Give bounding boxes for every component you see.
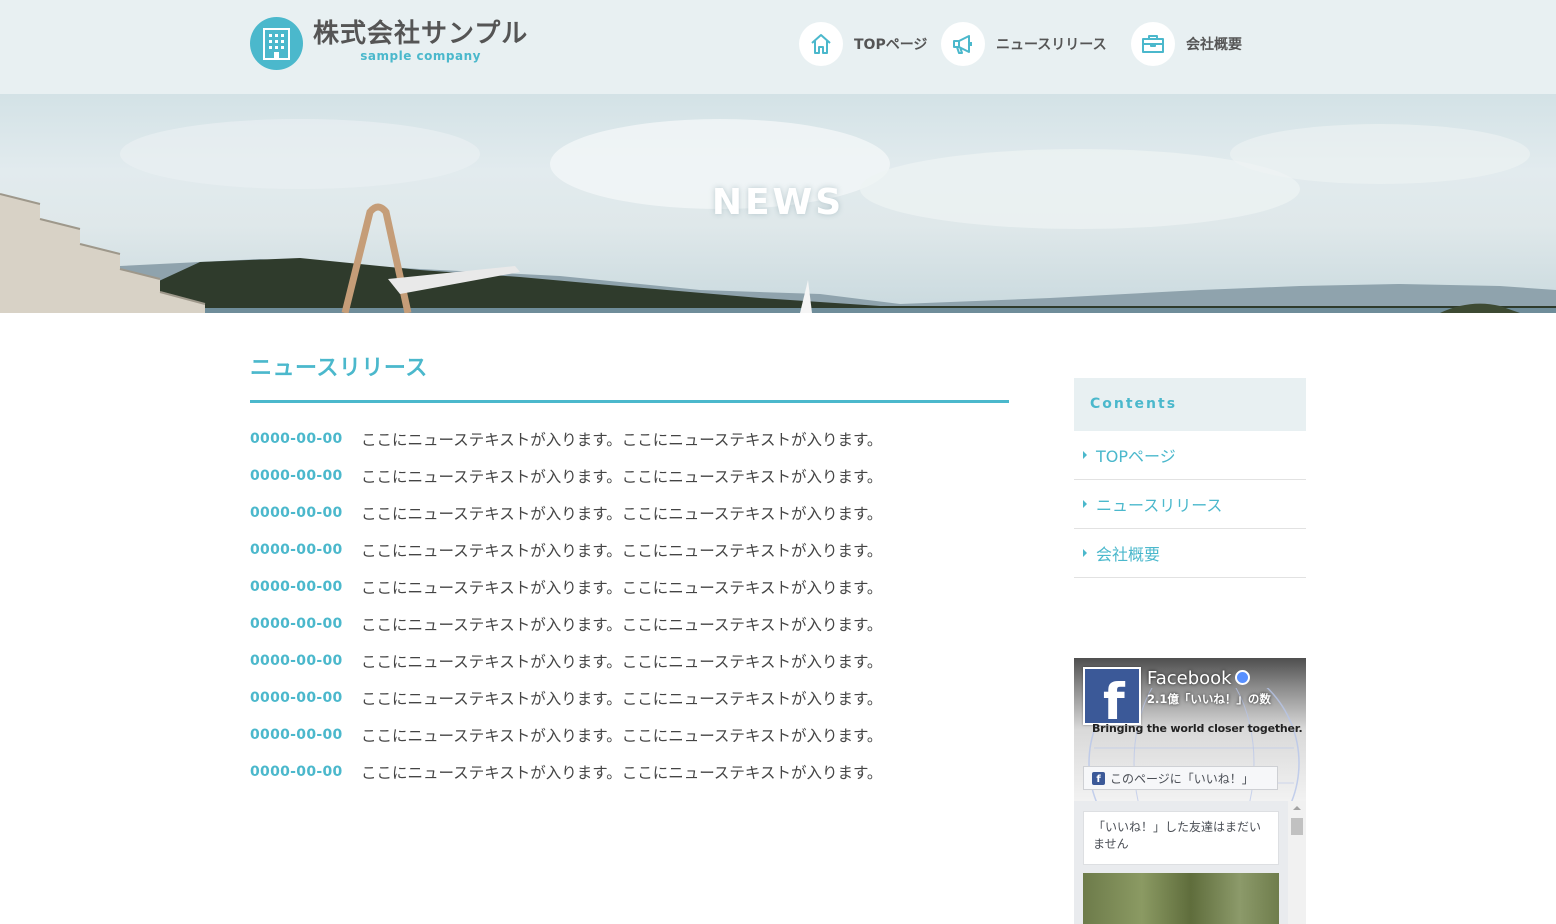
news-date: 0000-00-00 [250, 615, 343, 632]
news-item[interactable]: 0000-00-00 ここにニューステキストが入ります。ここにニューステキストが入… [250, 642, 1010, 679]
news-text: ここにニューステキストが入ります。ここにニューステキストが入ります。 [361, 504, 883, 523]
news-text: ここにニューステキストが入ります。ここにニューステキストが入ります。 [361, 578, 883, 597]
news-item[interactable]: 0000-00-00 ここにニューステキストが入ります。ここにニューステキストが入… [250, 716, 1010, 753]
news-text: ここにニューステキストが入ります。ここにニューステキストが入ります。 [361, 467, 883, 486]
news-text: ここにニューステキストが入ります。ここにニューステキストが入ります。 [361, 726, 883, 745]
home-icon [799, 22, 843, 66]
nav-label-news: ニュースリリース [996, 37, 1107, 53]
news-item[interactable]: 0000-00-00 ここにニューステキストが入ります。ここにニューステキストが入… [250, 753, 1010, 790]
news-text: ここにニューステキストが入ります。ここにニューステキストが入ります。 [361, 652, 883, 671]
hero-banner: NEWS [0, 94, 1556, 313]
verified-badge-icon [1234, 670, 1250, 685]
company-logo[interactable]: 株式会社サンプル sample company [250, 17, 528, 70]
facebook-like-button[interactable]: f このページに「いいね！」 [1083, 766, 1278, 790]
news-item[interactable]: 0000-00-00 ここにニューステキストが入ります。ここにニューステキストが入… [250, 457, 1010, 494]
nav-item-top[interactable]: TOPページ [799, 22, 927, 66]
news-item[interactable]: 0000-00-00 ここにニューステキストが入ります。ここにニューステキストが入… [250, 531, 1010, 568]
facebook-logo-icon[interactable]: f [1083, 667, 1141, 731]
news-date: 0000-00-00 [250, 726, 343, 743]
news-date: 0000-00-00 [250, 504, 343, 521]
section-title: ニュースリリース [250, 356, 428, 381]
news-date: 0000-00-00 [250, 689, 343, 706]
megaphone-icon [941, 22, 985, 66]
news-text: ここにニューステキストが入ります。ここにニューステキストが入ります。 [361, 689, 883, 708]
news-item[interactable]: 0000-00-00 ここにニューステキストが入ります。ここにニューステキストが入… [250, 679, 1010, 716]
sidebar-item-company[interactable]: 会社概要 [1074, 529, 1306, 578]
news-text: ここにニューステキストが入ります。ここにニューステキストが入ります。 [361, 430, 883, 449]
logo-text: 株式会社サンプル sample company [313, 17, 528, 63]
facebook-page-name[interactable]: Facebook [1147, 668, 1250, 689]
briefcase-icon [1131, 22, 1175, 66]
sidebar-item-label: ニュースリリース [1096, 496, 1223, 515]
nav-item-news[interactable]: ニュースリリース [941, 22, 1107, 66]
sidebar-item-news[interactable]: ニュースリリース [1074, 480, 1306, 529]
news-item[interactable]: 0000-00-00 ここにニューステキストが入ります。ここにニューステキストが入… [250, 420, 1010, 457]
facebook-like-label: このページに「いいね！」 [1110, 771, 1254, 786]
nav-label-company: 会社概要 [1186, 37, 1242, 53]
news-text: ここにニューステキストが入ります。ここにニューステキストが入ります。 [361, 763, 883, 782]
caret-right-icon [1083, 549, 1087, 557]
scroll-up-arrow-icon[interactable] [1293, 806, 1301, 810]
facebook-feed-scrollbar[interactable] [1288, 801, 1306, 924]
sidebar-item-top[interactable]: TOPページ [1074, 431, 1306, 480]
nav-label-top: TOPページ [854, 37, 928, 53]
news-item[interactable]: 0000-00-00 ここにニューステキストが入ります。ここにニューステキストが入… [250, 494, 1010, 531]
news-list: 0000-00-00 ここにニューステキストが入ります。ここにニューステキストが入… [250, 420, 1010, 790]
caret-right-icon [1083, 451, 1087, 459]
news-date: 0000-00-00 [250, 763, 343, 780]
news-text: ここにニューステキストが入ります。ここにニューステキストが入ります。 [361, 615, 883, 634]
news-item[interactable]: 0000-00-00 ここにニューステキストが入ります。ここにニューステキストが入… [250, 605, 1010, 642]
caret-right-icon [1083, 500, 1087, 508]
sidebar-item-label: TOPページ [1096, 447, 1176, 466]
facebook-f-icon: f [1092, 771, 1105, 785]
facebook-tagline: Bringing the world closer together. [1092, 722, 1303, 735]
facebook-cover-image: f Facebook 2.1億「いいね！」の数 Bringing the wor… [1074, 658, 1306, 838]
news-date: 0000-00-00 [250, 652, 343, 669]
site-header: 株式会社サンプル sample company TOPページ ニュースリリース … [0, 0, 1556, 94]
news-date: 0000-00-00 [250, 467, 343, 484]
facebook-likes-count: 2.1億「いいね！」の数 [1147, 692, 1271, 706]
news-item[interactable]: 0000-00-00 ここにニューステキストが入ります。ここにニューステキストが入… [250, 568, 1010, 605]
facebook-post-photo[interactable] [1083, 873, 1279, 924]
nav-item-company[interactable]: 会社概要 [1131, 22, 1242, 66]
sidebar-item-label: 会社概要 [1096, 545, 1161, 564]
facebook-page-widget: f Facebook 2.1億「いいね！」の数 Bringing the wor… [1074, 658, 1306, 924]
sidebar-heading: Contents [1074, 378, 1306, 431]
facebook-feed: 「いいね！」した友達はまだいません [1074, 801, 1306, 924]
scrollbar-thumb[interactable] [1291, 818, 1303, 835]
logo-name-ja: 株式会社サンプル [313, 19, 529, 49]
news-date: 0000-00-00 [250, 430, 343, 447]
building-icon [250, 17, 303, 70]
section-divider [250, 400, 1009, 403]
news-date: 0000-00-00 [250, 541, 343, 558]
sidebar-menu: TOPページ ニュースリリース 会社概要 [1074, 431, 1306, 578]
logo-name-en: sample company [360, 49, 481, 63]
news-text: ここにニューステキストが入ります。ここにニューステキストが入ります。 [361, 541, 883, 560]
news-date: 0000-00-00 [250, 578, 343, 595]
hero-title: NEWS [711, 182, 845, 223]
facebook-friends-notice: 「いいね！」した友達はまだいません [1083, 811, 1279, 865]
